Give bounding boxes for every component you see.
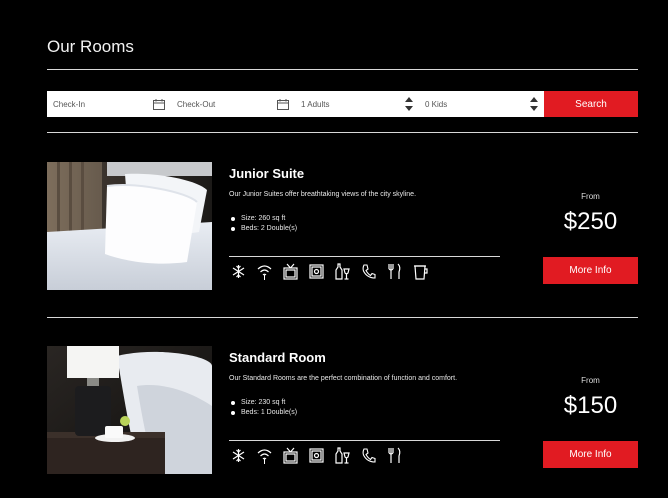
adults-stepper[interactable]: 1 Adults [295,91,419,117]
room-description: Our Junior Suites offer breathtaking vie… [229,191,417,198]
room-card: Standard Room Our Standard Rooms are the… [47,346,638,476]
stepper-arrows-icon[interactable] [405,97,413,111]
kids-stepper[interactable]: 0 Kids [419,91,544,117]
room-features: Size: 230 sq ft Beds: 1 Double(s) [229,398,297,418]
wifi-icon [257,449,272,464]
amenities-divider [229,440,500,441]
amenities-divider [229,256,500,257]
calendar-icon[interactable] [277,98,289,110]
room-price: $150 [563,392,618,419]
tv-icon [283,263,298,280]
checkout-placeholder: Check-Out [177,99,216,109]
amenities-row [231,263,428,280]
wifi-icon [257,265,272,280]
kids-value: 0 Kids [425,99,448,109]
search-button[interactable]: Search [544,91,638,117]
minibar-icon [335,447,350,464]
room-description: Our Standard Rooms are the perfect combi… [229,375,458,382]
snowflake-icon [232,449,245,462]
checkout-field[interactable]: Check-Out [171,91,295,117]
restaurant-icon [388,447,401,463]
minibar-icon [335,263,350,280]
snowflake-icon [232,265,245,278]
nightstand-lamp-image [47,346,212,474]
feature-size: Size: 260 sq ft [229,214,297,224]
room-name[interactable]: Standard Room [229,350,326,365]
amenities-row [231,447,402,464]
room-name[interactable]: Junior Suite [229,166,304,181]
safe-icon [309,448,324,463]
bed-pillows-image [47,162,212,290]
more-info-button[interactable]: More Info [543,441,638,468]
feature-beds: Beds: 1 Double(s) [229,408,297,418]
price-from-label: From [581,376,600,385]
room-card: Junior Suite Our Junior Suites offer bre… [47,162,638,292]
room-photo-bed-pillows[interactable] [47,162,212,290]
feature-size: Size: 230 sq ft [229,398,297,408]
safe-icon [309,264,324,279]
room-features: Size: 260 sq ft Beds: 2 Double(s) [229,214,297,234]
feature-beds: Beds: 2 Double(s) [229,224,297,234]
calendar-icon[interactable] [153,98,165,110]
room-price: $250 [563,208,618,235]
adults-value: 1 Adults [301,99,330,109]
title-divider [47,69,638,70]
checkin-field[interactable]: Check-In [47,91,171,117]
page-title: Our Rooms [47,37,134,56]
checkin-placeholder: Check-In [53,99,86,109]
phone-icon [362,448,376,463]
coffee-icon [414,265,428,280]
phone-icon [362,264,376,279]
search-bar: Check-In Check-Out 1 Adults 0 Kids Searc… [47,91,638,117]
more-info-button[interactable]: More Info [543,257,638,284]
rooms-page: Our Rooms Check-In Check-Out 1 Adults 0 … [0,0,668,498]
room-photo-nightstand-lamp[interactable] [47,346,212,474]
stepper-arrows-icon[interactable] [530,97,538,111]
room-divider-line [47,317,638,318]
restaurant-icon [388,263,401,279]
search-divider [47,132,638,133]
price-from-label: From [581,192,600,201]
tv-icon [283,447,298,464]
